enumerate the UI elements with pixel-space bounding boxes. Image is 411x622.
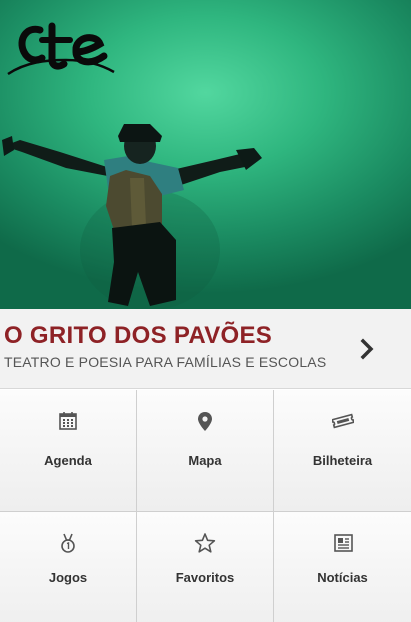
menu-item-jogos[interactable]: Jogos xyxy=(0,512,137,622)
menu-item-bilheteira[interactable]: Bilheteira xyxy=(274,390,411,512)
newspaper-icon xyxy=(333,534,353,552)
event-subtitle: TEATRO E POESIA PARA FAMÍLIAS E ESCOLAS xyxy=(4,354,327,370)
menu-item-agenda[interactable]: Agenda xyxy=(0,390,137,512)
event-title: O GRITO DOS PAVÕES xyxy=(4,322,273,349)
menu-grid: Agenda Mapa Bilheteira Jogos Favoritos N… xyxy=(0,390,411,622)
hero-image xyxy=(0,0,411,309)
menu-item-mapa[interactable]: Mapa xyxy=(137,390,274,512)
map-pin-icon xyxy=(198,412,212,431)
menu-item-favoritos[interactable]: Favoritos xyxy=(137,512,274,622)
cte-logo[interactable] xyxy=(6,22,116,78)
menu-label: Notícias xyxy=(317,570,368,585)
menu-label: Bilheteira xyxy=(312,453,373,468)
chevron-right-icon[interactable] xyxy=(358,338,376,360)
event-banner[interactable]: O GRITO DOS PAVÕES TEATRO E POESIA PARA … xyxy=(0,309,411,389)
menu-item-noticias[interactable]: Notícias xyxy=(274,512,411,622)
star-icon xyxy=(194,533,216,553)
ticket-icon xyxy=(331,413,354,429)
calendar-icon xyxy=(59,412,77,430)
medal-icon xyxy=(61,533,75,553)
menu-label: Jogos xyxy=(48,570,88,585)
menu-label: Agenda xyxy=(44,453,92,468)
menu-label: Favoritos xyxy=(175,570,235,585)
menu-label: Mapa xyxy=(188,453,222,468)
